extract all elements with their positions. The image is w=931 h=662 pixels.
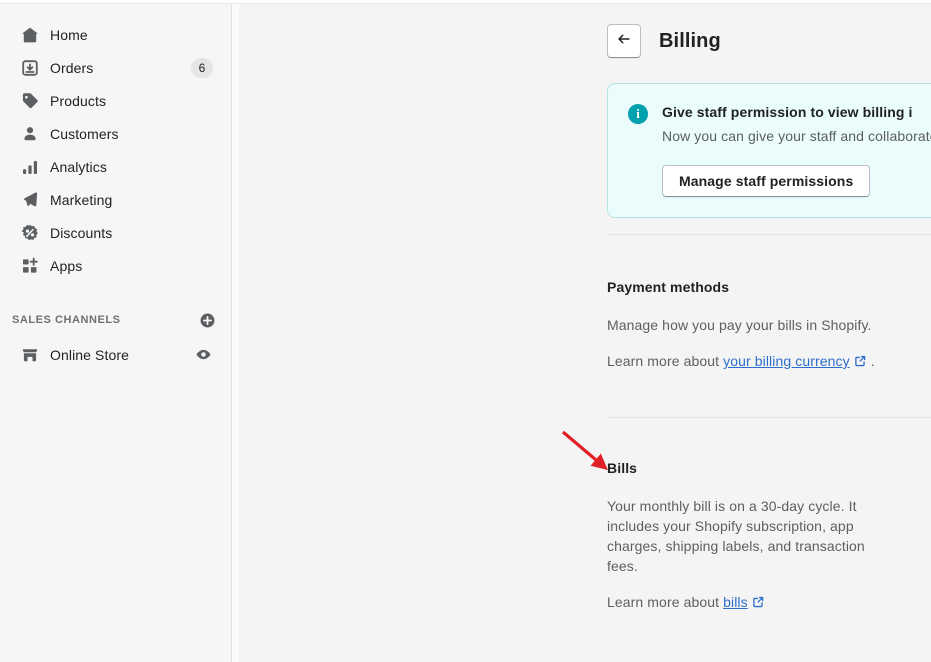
sidebar-item-analytics[interactable]: Analytics bbox=[8, 150, 223, 183]
discounts-icon bbox=[20, 223, 40, 243]
sidebar-item-label: Orders bbox=[50, 59, 94, 76]
billing-currency-link[interactable]: your billing currency bbox=[723, 353, 850, 369]
home-icon bbox=[20, 25, 40, 45]
sidebar-item-label: Customers bbox=[50, 125, 119, 142]
products-icon bbox=[20, 91, 40, 111]
learn-more-prefix: Learn more about bbox=[607, 594, 724, 610]
back-button[interactable] bbox=[607, 24, 641, 58]
page-header: Billing bbox=[607, 23, 931, 59]
payment-methods-body: Manage how you pay your bills in Shopify… bbox=[607, 317, 872, 333]
main-content-area: Billing i Give staff permission to view … bbox=[239, 4, 931, 662]
orders-icon bbox=[20, 58, 40, 78]
info-icon: i bbox=[628, 104, 648, 124]
payment-methods-section: Payment methods Manage how you pay your … bbox=[607, 235, 931, 371]
marketing-icon bbox=[20, 190, 40, 210]
info-icon-glyph: i bbox=[628, 104, 648, 124]
sales-channels-section-header: SALES CHANNELS bbox=[8, 306, 223, 334]
eye-icon[interactable] bbox=[193, 345, 213, 365]
staff-permission-banner: i Give staff permission to view billing … bbox=[607, 83, 931, 218]
page-title: Billing bbox=[659, 29, 721, 52]
sidebar-edge-gutter bbox=[232, 4, 239, 662]
sidebar-item-discounts[interactable]: Discounts bbox=[8, 216, 223, 249]
sidebar-item-label: Home bbox=[50, 26, 88, 43]
sidebar-item-online-store[interactable]: Online Store bbox=[8, 338, 223, 371]
billing-page: Billing i Give staff permission to view … bbox=[607, 23, 931, 612]
sidebar-divider bbox=[231, 4, 232, 662]
payment-methods-learn-more: Learn more about your billing currency . bbox=[607, 351, 931, 371]
section-title: SALES CHANNELS bbox=[12, 314, 121, 326]
sidebar-item-home[interactable]: Home bbox=[8, 18, 223, 51]
sidebar-item-label: Apps bbox=[50, 257, 83, 274]
learn-more-prefix: Learn more about bbox=[607, 353, 724, 369]
external-link-icon[interactable] bbox=[853, 354, 867, 368]
sidebar-item-label: Analytics bbox=[50, 158, 107, 175]
learn-more-suffix: . bbox=[866, 353, 875, 369]
external-link-icon[interactable] bbox=[751, 595, 765, 609]
manage-staff-permissions-button[interactable]: Manage staff permissions bbox=[662, 165, 871, 197]
banner-title: Give staff permission to view billing i bbox=[662, 104, 913, 120]
storefront-icon bbox=[20, 345, 40, 365]
sidebar-item-label: Products bbox=[50, 92, 107, 109]
customers-icon bbox=[20, 124, 40, 144]
sidebar-item-customers[interactable]: Customers bbox=[8, 117, 223, 150]
plus-circle-icon[interactable] bbox=[197, 310, 217, 330]
sidebar-item-label: Online Store bbox=[50, 346, 130, 363]
analytics-icon bbox=[20, 157, 40, 177]
primary-nav-list: Home Orders 6 Products Customers Analyti… bbox=[0, 18, 231, 282]
payment-methods-heading: Payment methods bbox=[607, 279, 730, 295]
main-navigation-sidebar: Home Orders 6 Products Customers Analyti… bbox=[0, 4, 231, 662]
apps-icon bbox=[20, 256, 40, 276]
status-badge: 6 bbox=[191, 57, 213, 78]
arrow-left-icon bbox=[615, 30, 633, 53]
sidebar-item-marketing[interactable]: Marketing bbox=[8, 183, 223, 216]
bills-link[interactable]: bills bbox=[723, 594, 748, 610]
bills-section: Bills Your monthly bill is on a 30-day c… bbox=[607, 418, 931, 612]
sidebar-item-products[interactable]: Products bbox=[8, 84, 223, 117]
bills-heading: Bills bbox=[607, 460, 638, 476]
app-window: Home Orders 6 Products Customers Analyti… bbox=[0, 0, 931, 662]
sidebar-item-apps[interactable]: Apps bbox=[8, 249, 223, 282]
sales-channels-list: Online Store bbox=[0, 338, 231, 371]
banner-description: Now you can give your staff and collabor… bbox=[662, 128, 931, 144]
sidebar-item-orders[interactable]: Orders 6 bbox=[8, 51, 223, 84]
sidebar-item-label: Discounts bbox=[50, 224, 113, 241]
bills-learn-more: Learn more about bills bbox=[607, 592, 931, 612]
window-top-chrome bbox=[0, 0, 931, 4]
banner-body: Give staff permission to view billing i … bbox=[662, 102, 931, 197]
sidebar-item-label: Marketing bbox=[50, 191, 113, 208]
bills-body: Your monthly bill is on a 30-day cycle. … bbox=[607, 498, 865, 574]
